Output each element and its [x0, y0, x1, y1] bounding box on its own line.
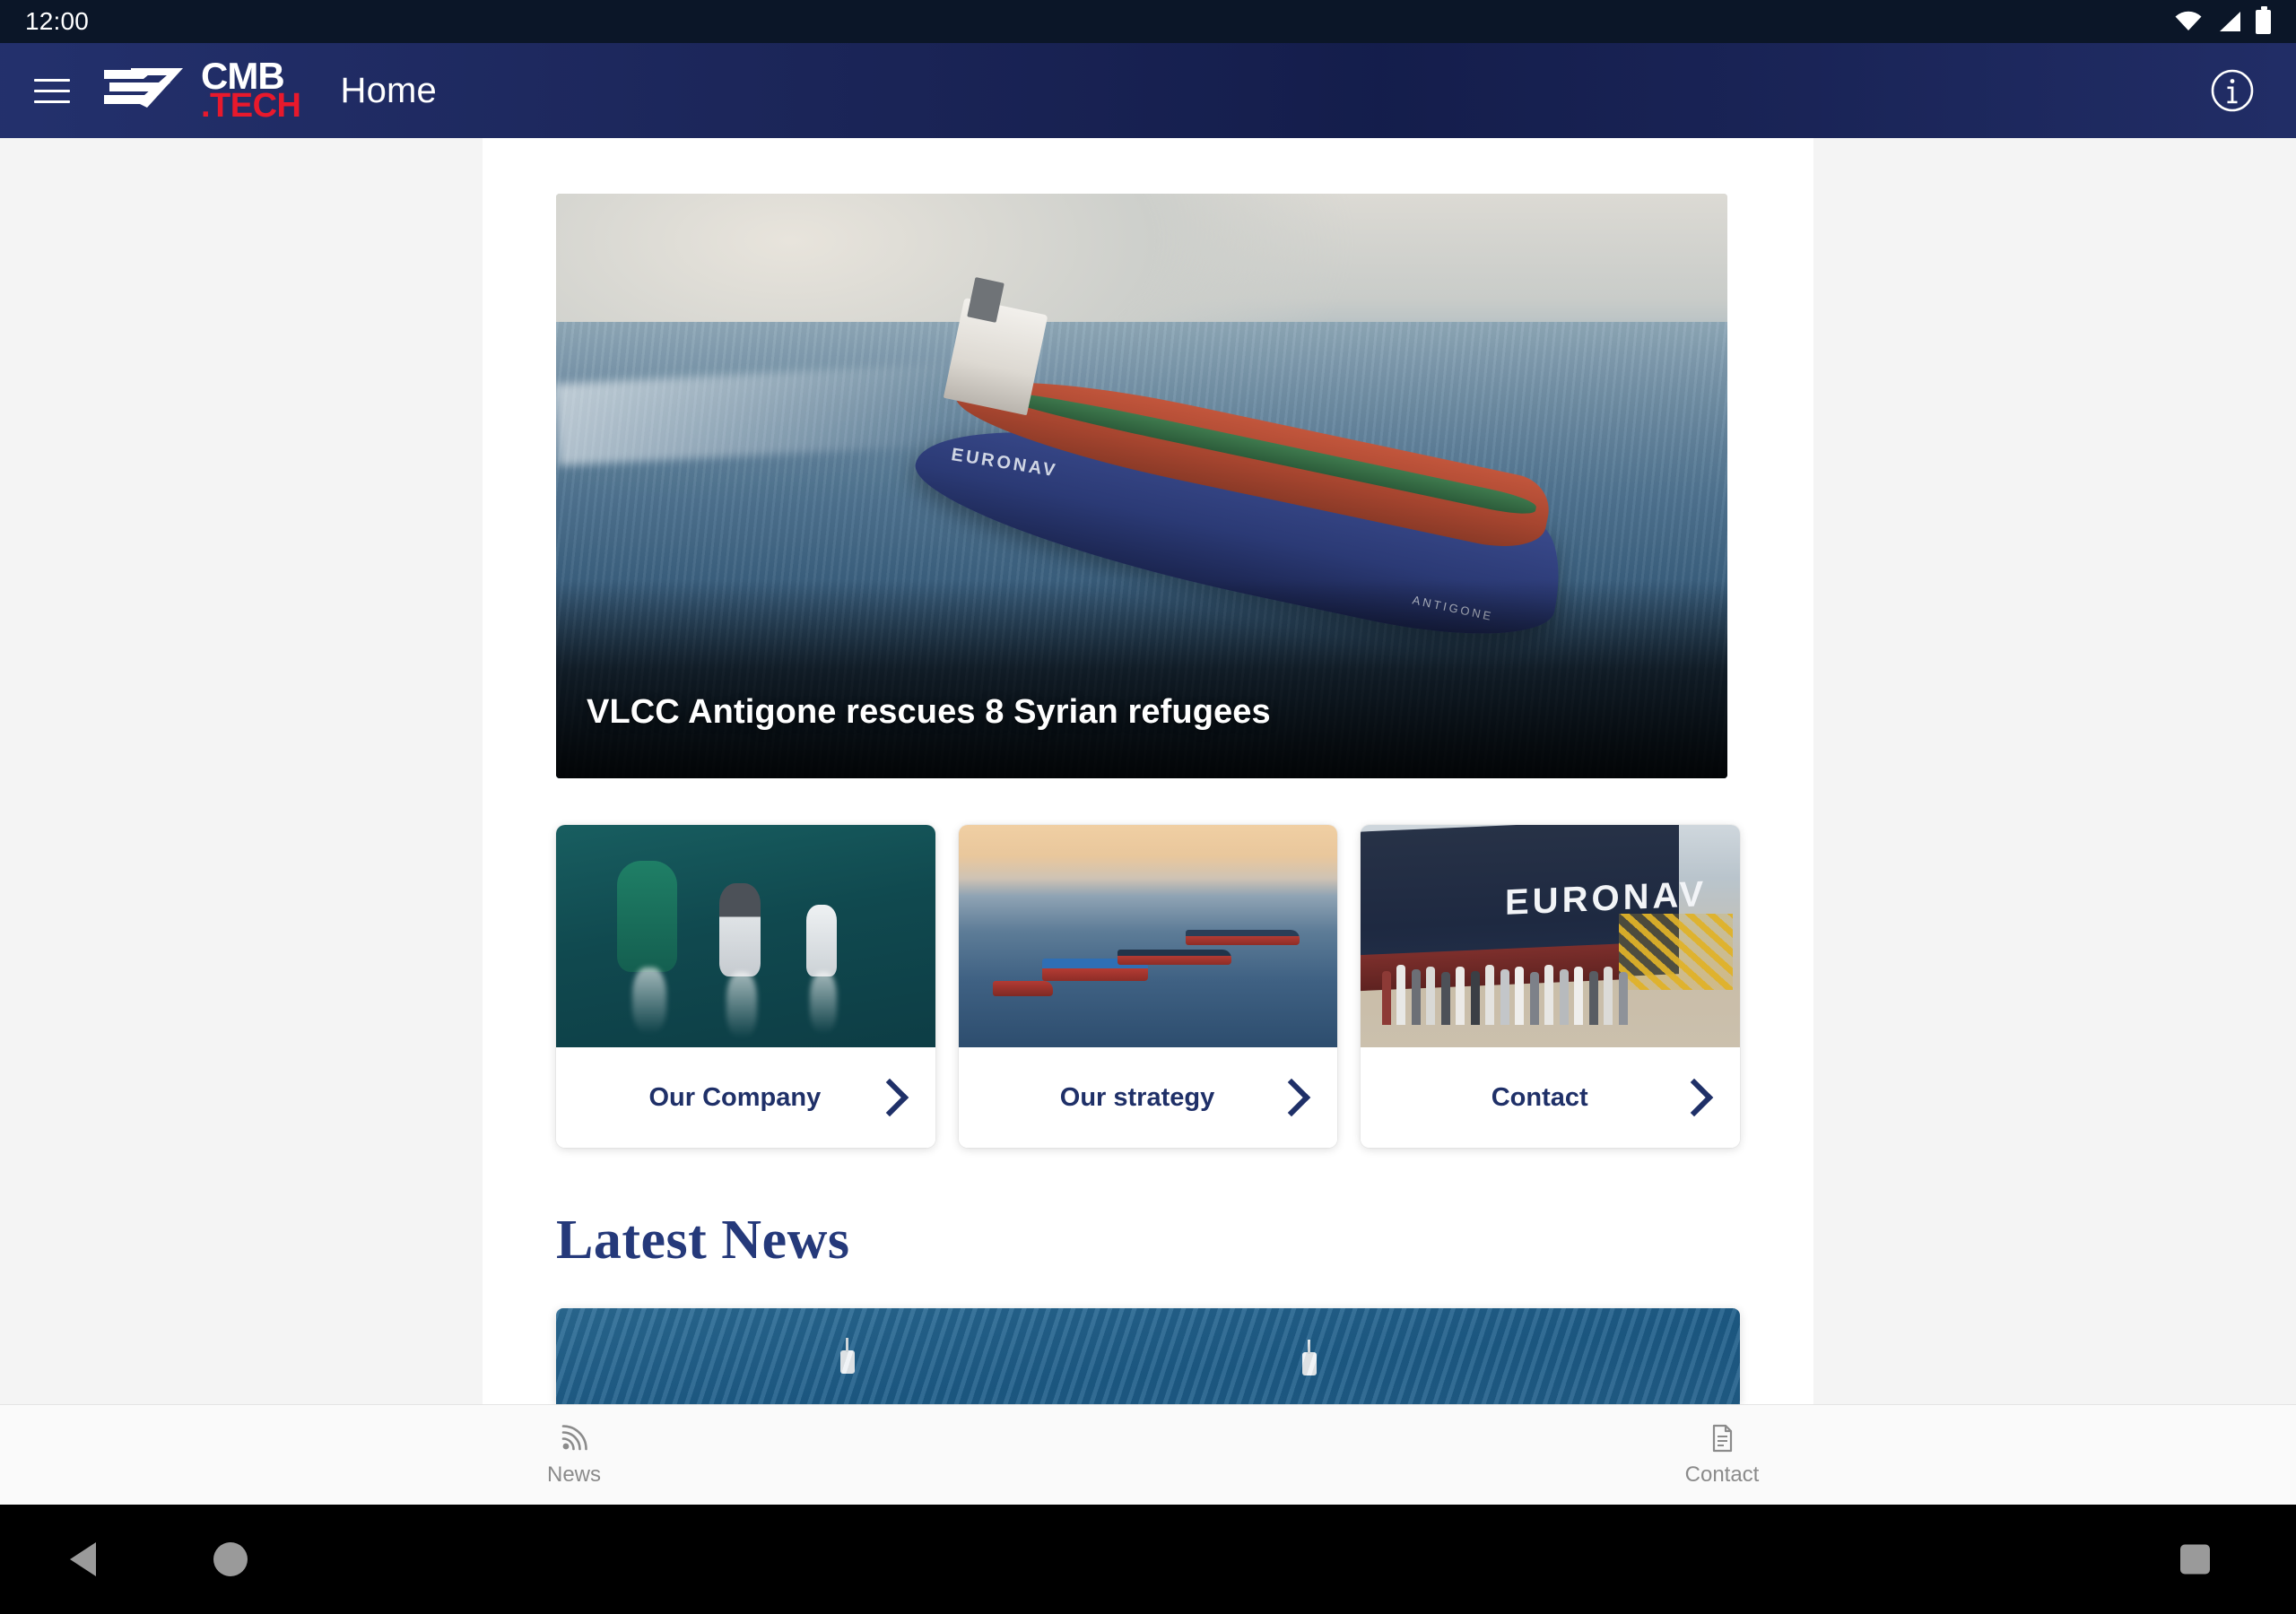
- hero-banner[interactable]: EURONAV ANTIGONE VLCC Antigone rescues 8…: [556, 194, 1727, 779]
- quick-link-card-our-company[interactable]: Our Company: [556, 825, 935, 1149]
- rss-feed-icon: [561, 1424, 587, 1450]
- status-bar-clock: 12:00: [25, 7, 90, 35]
- logo-secondary-text: .TECH: [201, 86, 301, 125]
- group-photo-people: [1376, 950, 1672, 1026]
- signal-icon: [2220, 12, 2240, 31]
- device-screen: 12:00 CMB .TECH Home EURONAV VLCC Antigo…: [0, 0, 2296, 1614]
- chevron-right-icon: [870, 1079, 909, 1117]
- quick-link-label: Our strategy: [1059, 1082, 1215, 1112]
- battery-icon: [2256, 5, 2271, 34]
- quick-link-label: Contact: [1491, 1082, 1588, 1112]
- content-scroll-area[interactable]: EURONAV ANTIGONE VLCC Antigone rescues 8…: [0, 138, 2296, 1404]
- cmb-tech-logo[interactable]: CMB .TECH: [100, 57, 301, 125]
- content-sheet: EURONAV ANTIGONE VLCC Antigone rescues 8…: [483, 138, 1813, 1404]
- info-button[interactable]: [2203, 61, 2262, 120]
- hamburger-menu-icon[interactable]: [23, 62, 81, 119]
- home-circle-icon[interactable]: [213, 1542, 248, 1576]
- wifi-icon: [2175, 11, 2202, 30]
- quick-link-card-our-strategy[interactable]: Our strategy: [958, 825, 1338, 1149]
- quick-link-cards: Our Company Our strategy EURONAV Contact: [556, 825, 1741, 1149]
- android-status-bar: 12:00: [0, 0, 2296, 43]
- hero-caption: VLCC Antigone rescues 8 Syrian refugees: [587, 693, 1271, 732]
- card-image-tugboats: [556, 825, 935, 1048]
- recents-square-icon[interactable]: [2180, 1544, 2210, 1575]
- latest-news-heading: Latest News: [556, 1210, 850, 1271]
- card-image-fleet: [958, 825, 1338, 1048]
- tab-contact[interactable]: Contact: [1148, 1423, 2296, 1488]
- bottom-tab-bar: News Contact: [0, 1404, 2296, 1505]
- hero-scrim: [556, 579, 1727, 779]
- card-label-row: Contact: [1361, 1047, 1741, 1149]
- status-bar-icons: [2175, 5, 2271, 34]
- back-triangle-icon[interactable]: [70, 1542, 96, 1576]
- chevron-right-icon: [1674, 1079, 1714, 1117]
- cmb-wave-logo-icon: [104, 68, 183, 108]
- card-image-euronav: EURONAV: [1361, 825, 1741, 1048]
- document-icon: [1712, 1424, 1733, 1452]
- info-circle-icon: [2211, 69, 2254, 112]
- card-label-row: Our strategy: [958, 1047, 1338, 1149]
- quick-link-label: Our Company: [648, 1082, 822, 1112]
- card-label-row: Our Company: [556, 1047, 935, 1149]
- tab-label-news: News: [546, 1462, 601, 1487]
- quick-link-card-contact[interactable]: EURONAV Contact: [1361, 825, 1741, 1149]
- tab-news[interactable]: News: [0, 1423, 1148, 1488]
- android-navigation-bar: [0, 1505, 2296, 1614]
- news-card-first[interactable]: [556, 1308, 1740, 1404]
- page-title: Home: [340, 70, 437, 110]
- app-bar: CMB .TECH Home: [0, 43, 2296, 138]
- tab-label-contact: Contact: [1684, 1462, 1760, 1487]
- chevron-right-icon: [1273, 1079, 1311, 1117]
- euronav-hull-text: EURONAV: [1504, 873, 1708, 923]
